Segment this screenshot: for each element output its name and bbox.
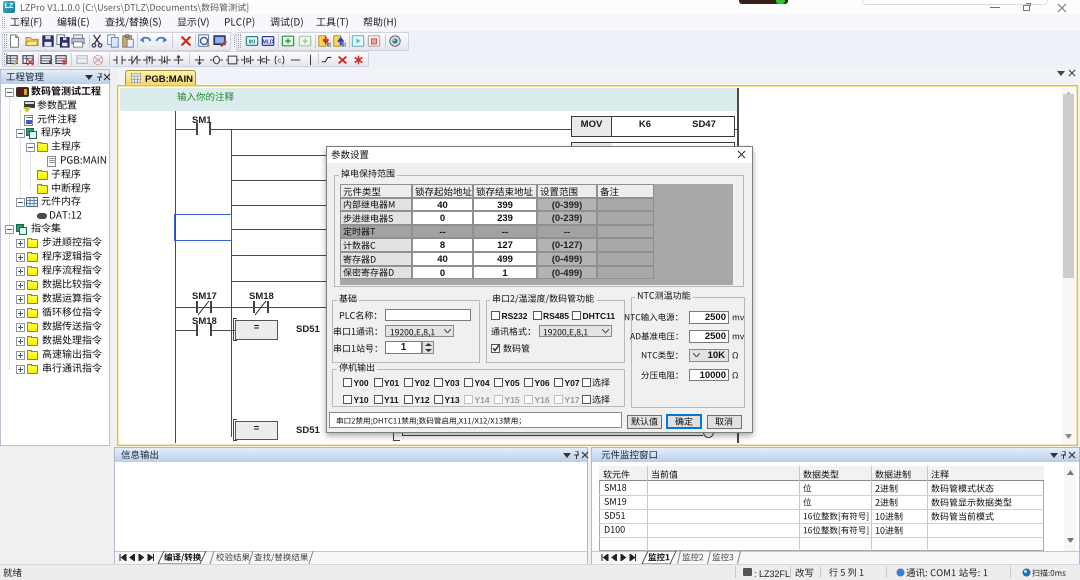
- svg-text:c: c: [278, 58, 281, 64]
- svg-text:C: C: [261, 57, 266, 64]
- svg-text:S: S: [245, 57, 250, 64]
- svg-text:IKI: IKI: [249, 40, 256, 46]
- svg-text:MLD: MLD: [262, 40, 274, 46]
- svg-text:01: 01: [327, 42, 331, 48]
- svg-text:01: 01: [342, 42, 346, 48]
